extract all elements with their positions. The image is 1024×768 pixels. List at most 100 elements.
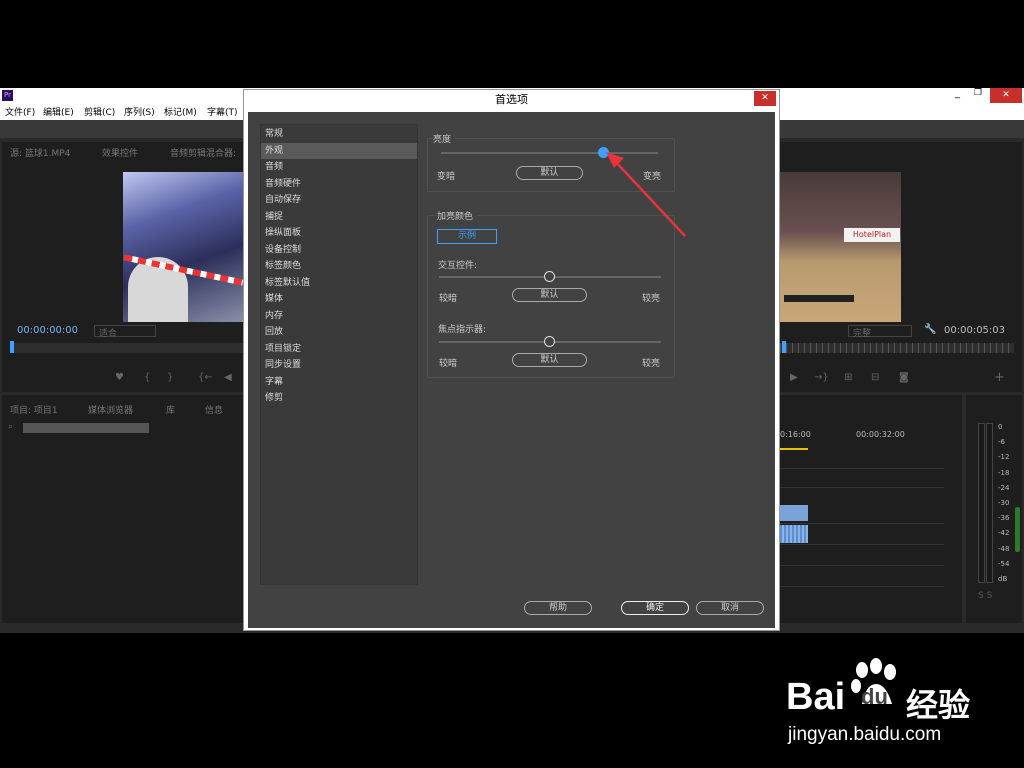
video-clip[interactable] bbox=[780, 505, 808, 521]
category-item[interactable]: 标签颜色 bbox=[261, 258, 417, 274]
cancel-button[interactable]: 取消 bbox=[696, 601, 764, 615]
menu-title[interactable]: 字幕(T) bbox=[207, 105, 238, 118]
category-item[interactable]: 回放 bbox=[261, 324, 417, 340]
video-track-row bbox=[780, 487, 944, 488]
project-panel: 项目: 项目1 媒体浏览器 库 信息 ⌕ bbox=[2, 395, 244, 623]
program-scrubber[interactable] bbox=[780, 343, 1014, 353]
solo-buttons[interactable]: S S bbox=[978, 591, 992, 601]
source-monitor: 源: 篮球1.MP4 效果控件 音频剪辑混合器: 00:00:00:00 适合 … bbox=[2, 142, 244, 392]
category-item[interactable]: 媒体 bbox=[261, 291, 417, 307]
category-list: 常规 外观 音频 音频硬件 自动保存 捕捉 操纵面板 设备控制 标签颜色 标签默认值 媒体 内存 回放项… bbox=[260, 124, 418, 585]
brightness-darker-label: 变暗 bbox=[437, 172, 456, 182]
restore-icon[interactable]: ❐ bbox=[974, 88, 986, 101]
menu-file[interactable]: 文件(F) bbox=[5, 105, 35, 118]
category-item[interactable]: 音频硬件 bbox=[261, 176, 417, 192]
export-frame-icon[interactable]: ◙ bbox=[899, 372, 909, 383]
source-playhead[interactable] bbox=[10, 341, 14, 353]
meter-channel-left bbox=[978, 423, 985, 583]
meter-channel-right bbox=[986, 423, 993, 583]
menu-clip[interactable]: 剪辑(C) bbox=[84, 105, 115, 118]
focus-indicator-label: 焦点指示器: bbox=[438, 325, 487, 335]
audio-meter-panel: 0 -6 -12 -18 -24 -30 -36 -42 -48 -54 dB S S bbox=[966, 395, 1022, 623]
tab-effect-controls[interactable]: 效果控件 bbox=[102, 146, 138, 159]
category-item[interactable]: 常规 bbox=[261, 126, 417, 142]
category-item[interactable]: 修剪 bbox=[261, 390, 417, 406]
program-playhead[interactable] bbox=[782, 341, 786, 353]
tab-project[interactable]: 项目: 项目1 bbox=[10, 403, 58, 416]
highlight-sample-swatch[interactable]: 示例 bbox=[437, 229, 497, 244]
extract-icon[interactable]: ⊟ bbox=[871, 372, 879, 383]
focus-slider-handle[interactable] bbox=[544, 336, 555, 347]
source-timecode[interactable]: 00:00:00:00 bbox=[17, 325, 78, 336]
audio-clip[interactable] bbox=[780, 525, 808, 543]
category-item[interactable]: 字幕 bbox=[261, 374, 417, 390]
dialog-close-button[interactable]: ✕ bbox=[754, 91, 776, 106]
tab-media-browser[interactable]: 媒体浏览器 bbox=[88, 403, 133, 416]
meter-scale-label: -24 bbox=[998, 483, 1010, 492]
meter-scale-label: -18 bbox=[998, 468, 1010, 477]
menu-marker[interactable]: 标记(M) bbox=[164, 105, 197, 118]
mark-out-icon[interactable]: } bbox=[167, 372, 173, 383]
focus-default-button[interactable]: 默认 bbox=[512, 353, 587, 367]
category-item[interactable]: 内存 bbox=[261, 308, 417, 324]
audio-track-row bbox=[780, 565, 944, 566]
category-item[interactable]: 设备控制 bbox=[261, 242, 417, 258]
source-fit-select[interactable]: 适合 bbox=[94, 325, 156, 339]
lift-icon[interactable]: ⊞ bbox=[844, 372, 852, 383]
interactive-default-button[interactable]: 默认 bbox=[512, 288, 587, 302]
add-button-icon[interactable]: + bbox=[994, 370, 1005, 385]
go-to-in-icon[interactable]: {← bbox=[198, 372, 213, 383]
tab-library[interactable]: 库 bbox=[166, 403, 175, 416]
menu-edit[interactable]: 编辑(E) bbox=[43, 105, 74, 118]
minimize-icon[interactable]: _ bbox=[955, 88, 967, 101]
brand-text-bai: Bai bbox=[786, 676, 846, 718]
category-item[interactable]: 外观 bbox=[261, 142, 417, 159]
help-button[interactable]: 帮助 bbox=[524, 601, 592, 615]
meter-scale-label: -48 bbox=[998, 544, 1010, 553]
timeline-panel: 0:16:00 00:00:32:00 bbox=[778, 395, 962, 623]
watermark-url: jingyan.baidu.com bbox=[788, 724, 942, 745]
category-item[interactable]: 标签默认值 bbox=[261, 275, 417, 291]
category-item[interactable]: 捕捉 bbox=[261, 209, 417, 225]
category-item[interactable]: 项目锁定 bbox=[261, 341, 417, 357]
marker-icon[interactable]: ♥ bbox=[115, 372, 124, 383]
court-sign: HotelPlan bbox=[844, 228, 900, 242]
ok-button[interactable]: 确定 bbox=[621, 601, 689, 615]
category-item[interactable]: 操纵面板 bbox=[261, 225, 417, 241]
wrench-icon[interactable]: 🔧 bbox=[924, 324, 936, 335]
tab-audio-mixer[interactable]: 音频剪辑混合器: bbox=[170, 146, 236, 159]
category-item[interactable]: 音频 bbox=[261, 159, 417, 175]
work-area-bar[interactable] bbox=[780, 448, 808, 450]
tab-source[interactable]: 源: 篮球1.MP4 bbox=[10, 146, 70, 159]
meter-scale-label: 0 bbox=[998, 423, 1003, 431]
play-icon[interactable]: ▶ bbox=[790, 372, 798, 383]
category-item[interactable]: 自动保存 bbox=[261, 192, 417, 208]
video-track-row bbox=[780, 468, 944, 469]
source-scrubber[interactable] bbox=[10, 343, 244, 353]
step-back-icon[interactable]: ◀ bbox=[224, 372, 232, 383]
baidu-jingyan-watermark: Bai du 经验 jingyan.baidu.com bbox=[786, 656, 1016, 756]
audio-track-row bbox=[780, 544, 944, 545]
search-icon: ⌕ bbox=[8, 422, 14, 432]
interactive-slider-handle[interactable] bbox=[544, 271, 555, 282]
interactive-controls-label: 交互控件: bbox=[438, 261, 478, 271]
mark-in-icon[interactable]: { bbox=[144, 372, 150, 383]
meter-scale-label: dB bbox=[998, 575, 1008, 583]
tab-info[interactable]: 信息 bbox=[205, 403, 223, 416]
menu-sequence[interactable]: 序列(S) bbox=[124, 105, 155, 118]
program-fit-select[interactable]: 完整 bbox=[848, 325, 912, 339]
brightness-default-button[interactable]: 默认 bbox=[516, 166, 583, 180]
app-icon: Pr bbox=[2, 90, 13, 101]
step-forward-icon[interactable]: →} bbox=[814, 372, 829, 383]
ruler-label-32: 00:00:32:00 bbox=[856, 430, 905, 439]
meter-scale-label: -54 bbox=[998, 559, 1010, 568]
meter-scrollbar[interactable] bbox=[1015, 507, 1020, 552]
highlight-color-label: 加亮颜色 bbox=[437, 209, 478, 222]
project-search-input[interactable] bbox=[23, 423, 149, 433]
brightness-label: 亮度 bbox=[433, 132, 456, 145]
close-icon[interactable]: ✕ bbox=[990, 88, 1022, 103]
program-timecode[interactable]: 00:00:05:03 bbox=[944, 325, 1005, 336]
annotation-arrow-icon bbox=[606, 152, 686, 237]
brand-text-du: du bbox=[861, 684, 888, 709]
category-item[interactable]: 同步设置 bbox=[261, 357, 417, 373]
